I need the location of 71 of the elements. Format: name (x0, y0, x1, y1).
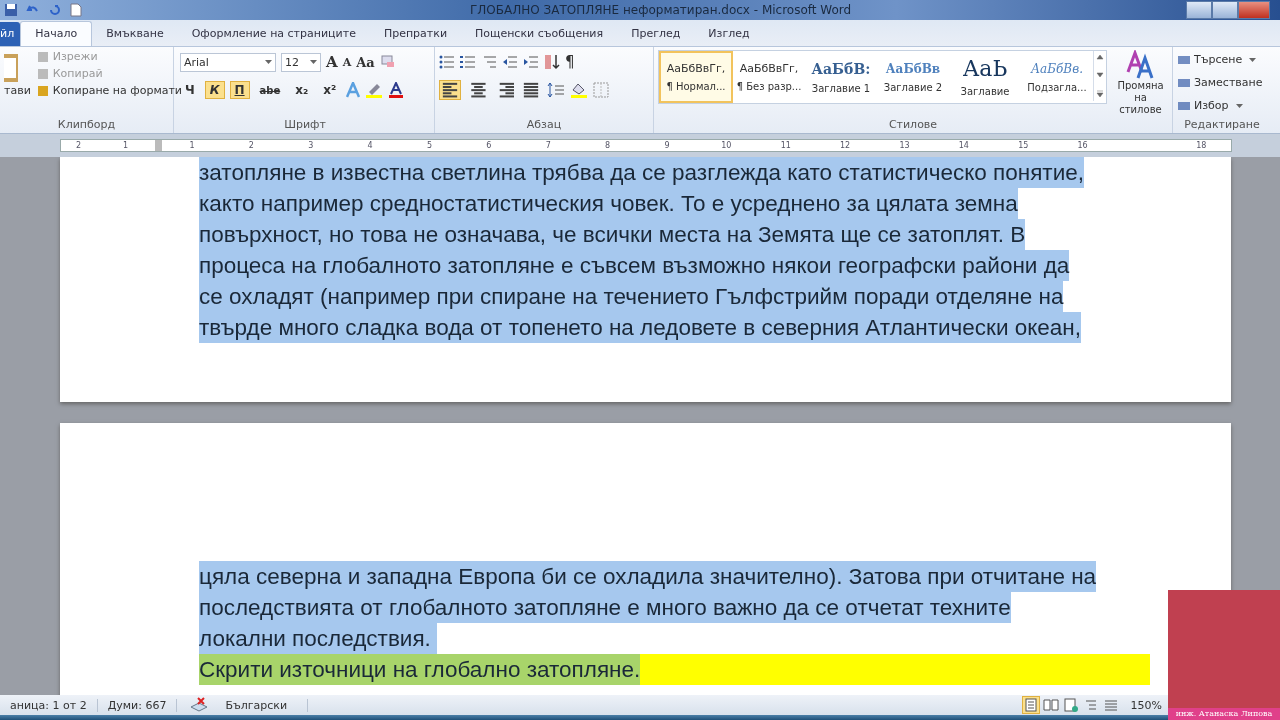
page-count[interactable]: аница: 1 от 2 (0, 698, 98, 712)
view-button[interactable] (1061, 696, 1080, 714)
increase-indent-icon[interactable] (523, 55, 539, 69)
ribbon-tab[interactable]: Преглед (617, 22, 695, 46)
style-preset[interactable]: АаБбВв Заглавие 2 (877, 51, 949, 103)
ribbon-tab[interactable]: Изглед (694, 22, 764, 46)
format-button[interactable]: x₂ (290, 81, 314, 99)
ruler[interactable]: 2 1 1 2 3 4 5 6 7 8 9 10 11 12 13 14 15 16 18 (60, 139, 1232, 152)
window-title: ГЛОБАЛНО ЗАТОПЛЯНЕ неформатиран.docx - Microsoft Word (470, 3, 852, 17)
editing-command[interactable]: Търсене (1177, 50, 1267, 69)
ribbon-tab[interactable]: Препратки (369, 22, 462, 46)
numbered-list-icon[interactable] (460, 55, 476, 69)
clear-formatting-icon[interactable] (379, 54, 396, 70)
align-button[interactable] (439, 80, 461, 100)
language-indicator[interactable]: Български (215, 698, 309, 712)
word-count[interactable]: Думи: 667 (97, 698, 178, 712)
ribbon-tab[interactable]: Пощенски съобщения (461, 22, 618, 46)
group-label: Шрифт (283, 118, 327, 133)
clipboard-command[interactable]: Копиране на формати (36, 84, 182, 97)
font-size-field[interactable]: 12 (281, 52, 321, 72)
presenter-caption: инж. Атанаска Липова (1168, 708, 1280, 720)
decrease-indent-icon[interactable] (502, 55, 518, 69)
ribbon-tab[interactable]: Оформление на страниците (177, 22, 370, 46)
ribbon-tab[interactable]: Вмъкване (92, 22, 178, 46)
format-button[interactable]: abe (254, 82, 286, 98)
restore-button[interactable] (1212, 1, 1238, 19)
text-effects-icon[interactable] (346, 82, 361, 98)
bullet-list-icon[interactable] (439, 55, 455, 69)
save-icon[interactable] (4, 3, 18, 17)
close-button[interactable] (1238, 1, 1270, 19)
format-button[interactable]: П (229, 81, 250, 99)
caret-icon (265, 60, 272, 64)
grow-font-button[interactable]: A (326, 53, 338, 71)
font-name-field[interactable]: Arial (180, 52, 276, 72)
caret-icon (310, 60, 317, 64)
minimize-button[interactable] (1186, 1, 1212, 19)
shrink-font-button[interactable]: A (342, 55, 352, 69)
editing-command[interactable]: Заместване (1177, 73, 1267, 92)
line-spacing-icon[interactable] (547, 82, 565, 98)
change-styles-button[interactable]: Промяна на стилове (1113, 50, 1168, 118)
show-formatting-button[interactable]: ¶ (565, 53, 575, 71)
heading-text: Скрити източници на глобално затопляне. (199, 654, 641, 685)
change-case-button[interactable]: Aa (356, 54, 375, 70)
editing-command[interactable]: Избор (1177, 96, 1267, 115)
ribbon-tab[interactable]: Начало (20, 21, 93, 46)
style-preset[interactable]: АаБбВв. Подзагла... (1021, 51, 1093, 103)
file-tab[interactable]: йл (0, 22, 21, 46)
shading-icon[interactable] (570, 82, 588, 98)
style-preset[interactable]: АаБбВвГг, ¶ Без разр... (733, 51, 805, 103)
multilevel-list-icon[interactable] (481, 55, 497, 69)
format-button[interactable]: x² (318, 81, 342, 99)
zoom-level[interactable]: 150% (1120, 698, 1166, 712)
font-color-icon[interactable] (388, 82, 405, 98)
sort-icon[interactable] (544, 54, 560, 70)
view-button[interactable] (1021, 696, 1040, 714)
proofing-icon[interactable] (189, 697, 210, 713)
format-button[interactable]: Ч (180, 81, 200, 99)
group-label: Клипборд (56, 118, 117, 133)
group-label: Абзац (525, 118, 563, 133)
style-preset[interactable]: АаБбВ: Заглавие 1 (805, 51, 877, 103)
view-button[interactable] (1041, 696, 1060, 714)
style-preset[interactable]: АаБбВвГг, ¶ Нормал... (659, 51, 733, 103)
group-label: Редактиране (1183, 118, 1261, 133)
paste-button[interactable]: тави (4, 50, 31, 118)
group-label: Стилове (887, 118, 939, 133)
new-document-icon[interactable] (70, 3, 82, 17)
format-button[interactable]: К (204, 81, 225, 99)
gallery-scrollbar[interactable] (1093, 51, 1106, 101)
redo-icon[interactable] (48, 3, 62, 17)
letters-icon (1125, 50, 1156, 80)
style-preset[interactable]: АаЬ Заглавие (949, 51, 1021, 103)
